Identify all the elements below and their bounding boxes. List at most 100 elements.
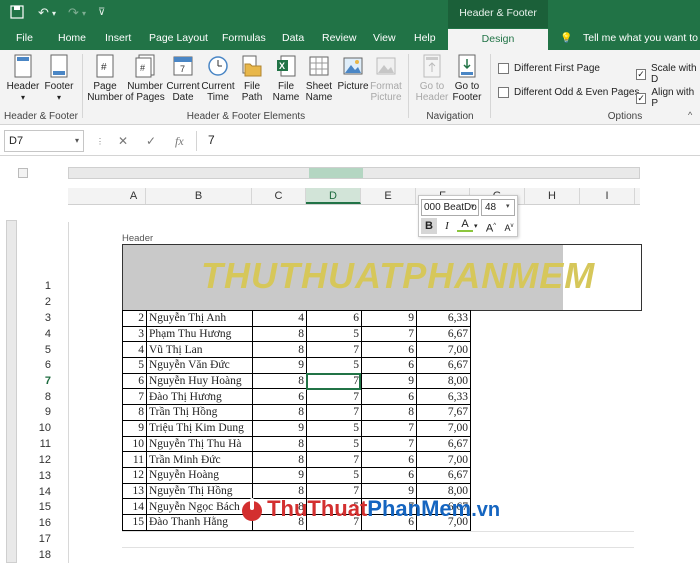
page-number-button[interactable]: # Page Number: [86, 54, 124, 103]
cell-e[interactable]: 6: [361, 357, 417, 374]
increase-font-size-icon[interactable]: A^: [483, 218, 499, 235]
column-header-d[interactable]: D: [306, 188, 361, 204]
column-header-e[interactable]: E: [361, 188, 416, 204]
cell-name[interactable]: Trần Thị Hồng: [146, 404, 253, 421]
row-header[interactable]: 3: [34, 312, 51, 324]
cell-stt[interactable]: 4: [122, 341, 147, 359]
tab-insert[interactable]: Insert: [105, 28, 131, 50]
cell-stt[interactable]: 3: [122, 325, 147, 343]
row-header[interactable]: 18: [34, 549, 51, 561]
redo-icon[interactable]: ↷: [68, 5, 79, 21]
name-box[interactable]: D7 ▾: [4, 130, 84, 152]
cell-stt[interactable]: 10: [122, 435, 147, 453]
cell-e[interactable]: 6: [361, 466, 417, 484]
row-header[interactable]: 8: [34, 391, 51, 403]
row-header[interactable]: 12: [34, 454, 51, 466]
sheet-name-button[interactable]: Sheet Name: [304, 54, 334, 103]
row-header[interactable]: 5: [34, 344, 51, 356]
tab-file[interactable]: File: [16, 28, 33, 50]
row-header[interactable]: 6: [34, 359, 51, 371]
cell-e[interactable]: 6: [361, 388, 417, 406]
more-icon[interactable]: ⋮: [96, 137, 104, 146]
scale-with-document-checkbox[interactable]: ✓ Scale with D: [636, 63, 700, 85]
cell-d[interactable]: 7: [306, 404, 362, 421]
size-dropdown-icon[interactable]: ▾: [506, 202, 510, 210]
cell-f[interactable]: 6,67: [416, 435, 471, 453]
undo-icon[interactable]: ↶: [38, 5, 49, 21]
tab-help[interactable]: Help: [414, 28, 436, 50]
cell-d[interactable]: 5: [306, 435, 362, 453]
decrease-font-size-icon[interactable]: Av: [501, 218, 517, 234]
column-header-h[interactable]: H: [525, 188, 580, 204]
cell-d[interactable]: 5: [306, 419, 362, 437]
customize-toolbar-icon[interactable]: ⊽: [98, 7, 105, 18]
cell-c[interactable]: 9: [252, 466, 307, 484]
different-odd-even-checkbox[interactable]: Different Odd & Even Pages: [498, 87, 639, 98]
cell-name[interactable]: Trần Minh Đức: [146, 451, 253, 468]
tell-me-search[interactable]: Tell me what you want to do: [583, 28, 700, 50]
collapse-ribbon-icon[interactable]: ^: [688, 110, 692, 120]
formula-input[interactable]: 7: [208, 133, 215, 147]
tab-home[interactable]: Home: [58, 28, 86, 50]
row-header[interactable]: 11: [34, 438, 51, 450]
cell-f[interactable]: 7,00: [416, 419, 471, 437]
cell-name[interactable]: Triệu Thị Kim Dung: [146, 419, 253, 437]
cell-c[interactable]: 8: [252, 435, 307, 453]
column-header-a[interactable]: A: [122, 188, 146, 204]
different-first-page-checkbox[interactable]: Different First Page: [498, 63, 600, 74]
insert-function-icon[interactable]: fx: [175, 134, 184, 149]
tell-me-icon[interactable]: 💡: [560, 28, 572, 50]
cell-f[interactable]: 6,33: [416, 388, 471, 406]
goto-footer-button[interactable]: Go to Footer: [450, 54, 484, 103]
cell-c[interactable]: 8: [252, 325, 307, 343]
undo-dropdown-icon[interactable]: ▾: [52, 9, 56, 18]
number-of-pages-button[interactable]: # Number of Pages: [124, 54, 166, 103]
tab-design[interactable]: Design: [448, 28, 548, 50]
column-header-c[interactable]: C: [252, 188, 306, 204]
row-header[interactable]: 4: [34, 328, 51, 340]
column-header-i[interactable]: I: [580, 188, 635, 204]
cell-f[interactable]: 6,67: [416, 357, 471, 374]
tab-review[interactable]: Review: [322, 28, 356, 50]
cell-stt[interactable]: 7: [122, 388, 147, 406]
cell-c[interactable]: 6: [252, 388, 307, 406]
file-path-button[interactable]: File Path: [237, 54, 267, 103]
cell-c[interactable]: 8: [252, 372, 307, 390]
header-button[interactable]: Header ▾: [6, 54, 40, 103]
cell-name[interactable]: Nguyễn Thị Hồng: [146, 482, 253, 500]
cell-stt[interactable]: 13: [122, 482, 147, 500]
redo-dropdown-icon[interactable]: ▾: [82, 9, 86, 18]
format-picture-button[interactable]: Format Picture: [370, 54, 402, 103]
cell-f[interactable]: 6,67: [416, 466, 471, 484]
cell-name[interactable]: Đào Thị Hương: [146, 388, 253, 406]
enter-icon[interactable]: ✓: [146, 134, 156, 148]
save-icon[interactable]: [10, 5, 24, 22]
align-with-margins-checkbox[interactable]: ✓ Align with P: [636, 87, 700, 109]
cell-e[interactable]: 7: [361, 325, 417, 343]
cell-c[interactable]: 9: [252, 419, 307, 437]
row-header[interactable]: 1: [34, 280, 51, 292]
row-header[interactable]: 15: [34, 501, 51, 513]
file-name-button[interactable]: X File Name: [270, 54, 302, 103]
row-header-selected[interactable]: 7: [34, 375, 51, 387]
cell-c[interactable]: 4: [252, 310, 307, 327]
current-date-button[interactable]: 7 Current Date: [166, 54, 200, 103]
current-time-button[interactable]: Current Time: [201, 54, 235, 103]
row-header[interactable]: 2: [34, 296, 51, 308]
cell-name[interactable]: Phạm Thu Hương: [146, 325, 253, 343]
cell-name[interactable]: Nguyễn Thị Thu Hà: [146, 435, 253, 453]
cancel-icon[interactable]: ✕: [118, 134, 128, 148]
cell-e[interactable]: 7: [361, 435, 417, 453]
goto-header-button[interactable]: Go to Header: [414, 54, 450, 103]
cell-stt[interactable]: 9: [122, 419, 147, 437]
cell-e[interactable]: 9: [361, 310, 417, 327]
cell-stt[interactable]: 2: [122, 310, 147, 327]
cell-name[interactable]: Nguyễn Hoàng: [146, 466, 253, 484]
cell-c[interactable]: 8: [252, 404, 307, 421]
cell-c[interactable]: 9: [252, 357, 307, 374]
cell-e[interactable]: 9: [361, 372, 417, 390]
picture-button[interactable]: Picture: [336, 54, 370, 92]
cell-d[interactable]: 5: [306, 325, 362, 343]
cell-d[interactable]: 7: [306, 388, 362, 406]
cell-stt[interactable]: 11: [122, 451, 147, 468]
